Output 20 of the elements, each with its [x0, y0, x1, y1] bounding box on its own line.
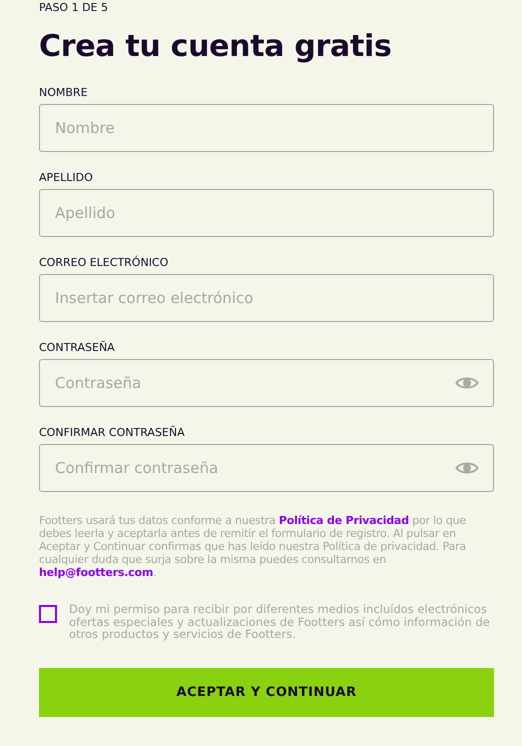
privacy-notice: Footters usará tus datos conforme a nuestra Política de Privacidad por lo que debes leerla y aceptarla antes de remitir el formulario de registro. Al pulsar en Aceptar y Continuar confirmas que has leído nuestra Política de privacidad. Para cualquier duda que surja sobre la misma puedes consultarnos en help@footters.com.: [39, 514, 467, 579]
input-field[interactable]: Nombre: [39, 104, 494, 152]
field-label: CONTRASEÑA: [39, 341, 116, 355]
eye-icon[interactable]: [455, 375, 479, 391]
checkbox[interactable]: [39, 605, 57, 623]
field-label: APELLIDO: [39, 171, 94, 185]
input-field[interactable]: Apellido: [39, 189, 494, 237]
input-field[interactable]: Contraseña: [39, 359, 494, 407]
eye-icon[interactable]: [455, 460, 479, 476]
submit-button[interactable]: ACEPTAR Y CONTINUAR: [39, 668, 494, 716]
consent-label: Doy mi permiso para recibir por diferentes medios incluídos electrónicos ofertas especiales y actualizaciones de Footters así cómo información de otros productos y servicios de Footters.: [69, 603, 491, 640]
step-indicator: PASO 1 DE 5: [39, 0, 110, 15]
link[interactable]: help@footters.com: [39, 566, 154, 579]
field-label: CONFIRMAR CONTRASEÑA: [39, 426, 186, 440]
field-label: NOMBRE: [39, 86, 89, 100]
field-label: CORREO ELECTRÓNICO: [39, 256, 170, 270]
page-title: Crea tu cuenta gratis: [39, 28, 393, 66]
input-field[interactable]: Confirmar contraseña: [39, 444, 494, 492]
link[interactable]: Política de Privacidad: [278, 514, 409, 527]
input-field[interactable]: Insertar correo electrónico: [39, 274, 494, 322]
